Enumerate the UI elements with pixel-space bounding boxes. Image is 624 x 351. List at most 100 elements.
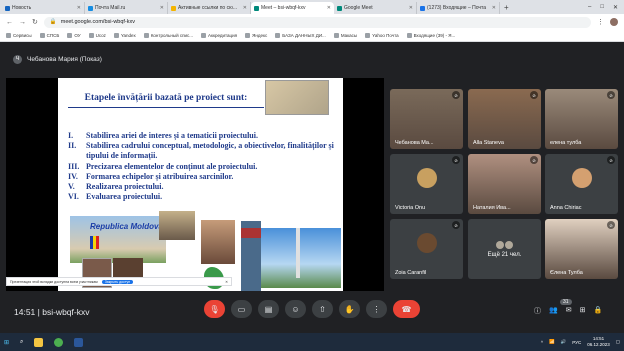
info-icon[interactable]: ⓘ: [534, 306, 541, 316]
reactions-button[interactable]: ☺: [285, 300, 306, 318]
bookmark-icon: [39, 33, 45, 38]
word-icon[interactable]: [74, 337, 84, 347]
tab-title: Активные ссылки по сю...: [178, 5, 238, 11]
tab-close-icon[interactable]: ✕: [160, 5, 164, 11]
participant-tile[interactable]: ⊘ Anna Chiriac: [545, 154, 618, 214]
bookmark-icon: [365, 33, 371, 38]
back-icon[interactable]: ←: [6, 19, 13, 26]
close-banner-icon[interactable]: ✕: [225, 280, 228, 284]
reload-icon[interactable]: ↻: [32, 18, 38, 26]
browser-tab[interactable]: Новость ✕: [2, 2, 85, 14]
host-controls-icon[interactable]: 🔒: [593, 306, 602, 316]
participant-tile[interactable]: ⊘ елена тулба: [545, 89, 618, 149]
participant-tile[interactable]: ⊘ Alla Staneva: [468, 89, 541, 149]
avatar: [416, 233, 437, 253]
participant-name: Alla Staneva: [473, 140, 504, 146]
bookmark-item[interactable]: Входящие (39) - Я...: [406, 33, 456, 38]
bookmark-item[interactable]: Yahoo Почта: [365, 33, 399, 38]
stop-sharing-button[interactable]: Закрыть доступ: [101, 279, 134, 284]
meeting-info: 14:51 | bsi-wbqf-kxv: [14, 307, 89, 317]
forward-icon[interactable]: →: [19, 19, 26, 26]
chat-icon[interactable]: ✉: [566, 306, 572, 316]
bookmark-item[interactable]: БАЗА ДАННЫХ ДИ...: [275, 33, 326, 38]
bookmark-icon: [67, 33, 73, 38]
slide-item-text: Stabilirea ariei de interes și a tematic…: [86, 131, 258, 140]
slide-title-underline: [68, 107, 264, 108]
tab-close-icon[interactable]: ✕: [409, 5, 413, 11]
muted-mic-icon: ⊘: [452, 156, 460, 164]
network-icon[interactable]: 📶: [549, 339, 555, 345]
tab-favicon-icon: [254, 5, 259, 11]
people-icon[interactable]: 👥: [549, 306, 558, 316]
language-indicator[interactable]: РУС: [572, 340, 581, 345]
slide-list: I. Stabilirea ariei de interes și a temat…: [68, 131, 336, 202]
profile-avatar[interactable]: [610, 18, 618, 26]
raise-hand-button[interactable]: ✋: [339, 300, 360, 318]
close-window-icon[interactable]: ✕: [613, 4, 618, 11]
more-options-button[interactable]: ⋮: [366, 300, 387, 318]
mic-off-icon: 🎙: [209, 304, 220, 314]
share-banner-text: Презентация этой вкладки доступна всем у…: [10, 279, 98, 284]
notifications-icon[interactable]: ▢: [616, 339, 620, 345]
bookmark-label: Входящие (39) - Я...: [413, 33, 456, 38]
bookmark-item[interactable]: Yandex: [113, 33, 136, 38]
browser-tab[interactable]: (1273) Входящие – Почта ✕: [417, 2, 500, 14]
tab-close-icon[interactable]: ✕: [243, 5, 247, 11]
taskbar-clock[interactable]: 14:51 06.12.2023: [587, 336, 610, 348]
mic-off-button[interactable]: 🎙: [204, 300, 225, 318]
maximize-icon[interactable]: □: [600, 4, 604, 10]
participant-tile[interactable]: Ещё 21 чел.: [468, 219, 541, 279]
participant-tile[interactable]: ⊘ Наталия Ива...: [468, 154, 541, 214]
bookmark-label: Сервисы: [13, 33, 32, 38]
slide-item-text: Realizarea proiectului.: [86, 182, 164, 192]
emoji-icon: ☺: [291, 304, 300, 314]
bookmark-label: Yahoo Почта: [372, 33, 399, 38]
leave-call-button[interactable]: ☎: [393, 300, 420, 318]
windows-start-icon[interactable]: ⊞: [4, 339, 9, 346]
participant-tile[interactable]: ⊘ Чебанова Ма...: [390, 89, 463, 149]
present-button[interactable]: ⇧: [312, 300, 333, 318]
browser-tab[interactable]: Meet – bsi-wbqf-kxv ✕: [251, 2, 334, 14]
muted-mic-icon: ⊘: [530, 91, 538, 99]
activities-icon[interactable]: ⊞: [580, 306, 586, 316]
explorer-icon[interactable]: [34, 337, 44, 347]
new-tab-button[interactable]: +: [500, 2, 513, 14]
tab-close-icon[interactable]: ✕: [77, 5, 81, 11]
bookmark-item[interactable]: СПСБ: [39, 33, 59, 38]
browser-tab[interactable]: Google Meet ✕: [334, 2, 417, 14]
slide-item-number: III.: [68, 161, 80, 171]
bookmark-item[interactable]: Яндекс: [245, 33, 267, 38]
browser-tab[interactable]: Почта Mail.ru ✕: [85, 2, 168, 14]
tray-arrow-icon[interactable]: ^: [541, 340, 543, 345]
avatar: [496, 240, 504, 249]
bookmark-item[interactable]: Сервисы: [6, 33, 32, 38]
volume-icon[interactable]: 🔊: [561, 339, 567, 345]
search-icon[interactable]: ⌕: [20, 339, 23, 346]
participants-count-badge: 31: [560, 299, 572, 305]
bookmark-item[interactable]: Аккредитация: [201, 33, 237, 38]
chrome-icon[interactable]: [54, 337, 64, 347]
presenter-name: Чебанова Мария (Показ): [27, 55, 102, 63]
tab-close-icon[interactable]: ✕: [492, 5, 496, 11]
bookmark-item[interactable]: Контрольный спис...: [143, 33, 193, 38]
address-bar[interactable]: 🔒 meet.google.com/bsi-wbqf-kxv: [43, 16, 591, 28]
participant-name: Єлена Тулба: [550, 270, 583, 276]
tab-close-icon[interactable]: ✕: [327, 5, 331, 11]
participant-tile[interactable]: ⊘ Єлена Тулба: [545, 219, 618, 279]
camera-button[interactable]: ▭: [231, 300, 252, 318]
participant-tile[interactable]: ⊘ Victoria Onu: [390, 154, 463, 214]
extensions-icon[interactable]: ⋮: [597, 18, 604, 26]
address-text: meet.google.com/bsi-wbqf-kxv: [60, 19, 136, 25]
bookmark-item[interactable]: ОУ: [67, 33, 81, 38]
side-controls: ⓘ 👥 ✉ ⊞ 🔒: [534, 306, 602, 316]
bookmark-item[interactable]: Ucoz: [88, 33, 106, 38]
control-bar: 🎙 ▭ ▤ ☺ ⇧ ✋ ⋮ ☎: [204, 300, 420, 318]
bookmark-icon: [275, 33, 281, 38]
browser-tab[interactable]: Активные ссылки по сю... ✕: [168, 2, 251, 14]
participant-tile[interactable]: ⊘ Zoia Caranfil: [390, 219, 463, 279]
omnibox-row: ← → ↻ 🔒 meet.google.com/bsi-wbqf-kxv ⋮: [0, 14, 624, 30]
bookmark-item[interactable]: Макасы: [333, 33, 357, 38]
lock-icon: 🔒: [49, 19, 57, 25]
captions-button[interactable]: ▤: [258, 300, 279, 318]
minimize-icon[interactable]: –: [588, 4, 591, 10]
